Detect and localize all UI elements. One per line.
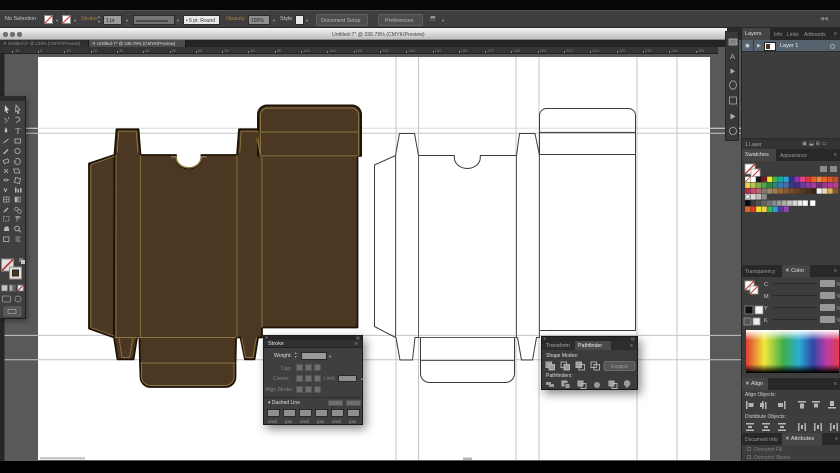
- svg-text:T: T: [16, 127, 21, 136]
- svg-text:%: %: [837, 282, 840, 288]
- svg-text:Y: Y: [764, 306, 768, 312]
- svg-text:M: M: [764, 294, 769, 300]
- svg-text:A: A: [730, 52, 735, 61]
- svg-text:K: K: [764, 318, 768, 324]
- svg-text:C: C: [764, 282, 768, 288]
- svg-text:%: %: [837, 318, 840, 324]
- svg-text:Expand: Expand: [611, 364, 628, 370]
- svg-text:%: %: [837, 294, 840, 300]
- svg-text:%: %: [837, 306, 840, 312]
